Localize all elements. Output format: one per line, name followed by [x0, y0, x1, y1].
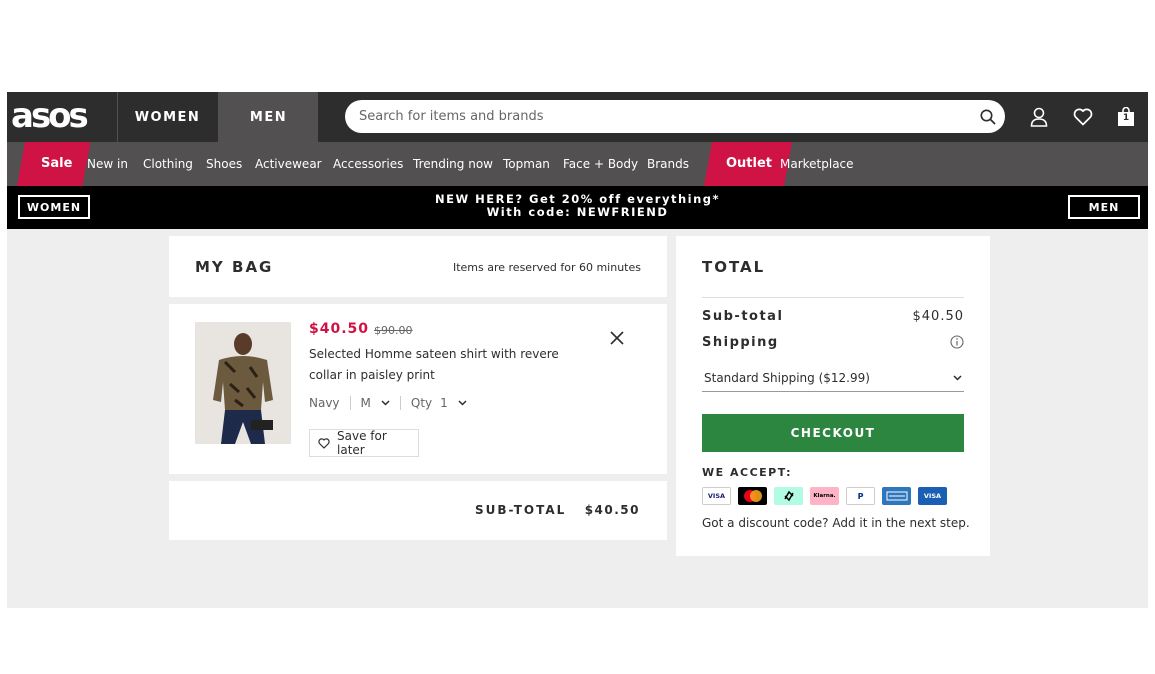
- heart-icon: [318, 437, 330, 449]
- total-subtotal-label: Sub-total: [702, 309, 784, 324]
- colour-value: Navy: [309, 396, 340, 410]
- qty-label: Qty: [410, 396, 433, 410]
- shipping-option: Standard Shipping ($12.99): [704, 370, 870, 385]
- bag-item: $40.50 $90.00 Selected Homme sateen shir…: [169, 304, 667, 474]
- visa-electron-icon: VISA: [918, 487, 947, 505]
- size-select[interactable]: M: [361, 396, 390, 410]
- promo-text[interactable]: NEW HERE? Get 20% off everything* With c…: [7, 193, 1148, 219]
- nav-brands[interactable]: Brands: [647, 142, 689, 186]
- tab-men[interactable]: MEN: [218, 92, 318, 142]
- total-subtotal-value: $40.50: [912, 309, 964, 324]
- nav-accessories[interactable]: Accessories: [333, 142, 403, 186]
- nav-topman[interactable]: Topman: [503, 142, 550, 186]
- search-bar: [345, 100, 1005, 133]
- nav-activewear[interactable]: Activewear: [255, 142, 322, 186]
- bag-header-panel: MY BAG Items are reserved for 60 minutes: [169, 236, 667, 297]
- checkout-button[interactable]: CHECKOUT: [702, 414, 964, 452]
- divider: [702, 297, 964, 298]
- nav-trending-now[interactable]: Trending now: [413, 142, 493, 186]
- divider: [399, 396, 401, 410]
- mastercard-icon: [738, 487, 767, 505]
- size-value: M: [360, 396, 371, 410]
- subtotal-value: $40.50: [584, 503, 640, 517]
- amex-icon: [882, 487, 911, 505]
- nav-sale[interactable]: Sale: [17, 142, 90, 186]
- product-description[interactable]: Selected Homme sateen shirt with revere …: [309, 344, 589, 386]
- qty-value: 1: [440, 396, 448, 410]
- nav-marketplace[interactable]: Marketplace: [780, 142, 854, 186]
- discount-note: Got a discount code? Add it in the next …: [702, 516, 970, 530]
- payment-methods: VISA Klarna. P VISA: [702, 487, 947, 505]
- price-was: $90.00: [374, 324, 413, 337]
- bag-count: 1: [1122, 113, 1130, 123]
- bag-subtotal-panel: SUB-TOTAL $40.50: [169, 481, 667, 540]
- account-icon[interactable]: [1027, 105, 1051, 129]
- tab-women[interactable]: WOMEN: [117, 92, 217, 142]
- product-image[interactable]: [195, 322, 291, 444]
- shipping-select[interactable]: Standard Shipping ($12.99): [702, 364, 964, 392]
- asos-logo[interactable]: asos: [11, 96, 107, 136]
- info-icon[interactable]: [950, 335, 964, 349]
- category-nav: Sale New in Clothing Shoes Activewear Ac…: [7, 142, 1148, 186]
- qty-select[interactable]: Qty 1: [411, 396, 467, 410]
- promo-line-2: With code: NEWFRIEND: [486, 205, 669, 219]
- nav-new-in[interactable]: New in: [87, 142, 128, 186]
- total-panel: TOTAL Sub-total $40.50 Shipping Standard…: [676, 236, 990, 556]
- item-options: Navy M Qty 1: [309, 395, 467, 411]
- subtotal-label: SUB-TOTAL: [475, 503, 567, 517]
- price-now: $40.50: [309, 321, 370, 337]
- total-title: TOTAL: [702, 258, 766, 276]
- chevron-down-icon: [381, 400, 390, 406]
- nav-shoes[interactable]: Shoes: [206, 142, 242, 186]
- remove-item-icon[interactable]: [607, 328, 627, 348]
- klarna-icon: Klarna.: [810, 487, 839, 505]
- promo-banner: WOMEN NEW HERE? Get 20% off everything* …: [7, 186, 1148, 229]
- chevron-down-icon: [458, 400, 467, 406]
- search-icon[interactable]: [971, 100, 1005, 133]
- search-input[interactable]: [345, 100, 971, 133]
- paypal-icon: P: [846, 487, 875, 505]
- promo-men-button[interactable]: MEN: [1068, 195, 1140, 219]
- nav-face-body[interactable]: Face + Body: [563, 142, 638, 186]
- save-for-later-label: Save for later: [337, 429, 387, 457]
- visa-icon: VISA: [702, 487, 731, 505]
- shipping-label: Shipping: [702, 335, 779, 350]
- nav-clothing[interactable]: Clothing: [143, 142, 193, 186]
- top-header: asos WOMEN MEN 1: [7, 92, 1148, 142]
- bag-icon[interactable]: 1: [1114, 105, 1138, 129]
- bag-title: MY BAG: [195, 258, 274, 276]
- asos-page: asos WOMEN MEN 1 Sale New in Clothing Sh…: [7, 92, 1148, 608]
- nav-outlet[interactable]: Outlet: [704, 142, 792, 186]
- chevron-down-icon: [953, 374, 962, 381]
- reserved-note: Items are reserved for 60 minutes: [452, 261, 641, 274]
- afterpay-icon: [774, 487, 803, 505]
- save-for-later-button[interactable]: Save for later: [309, 429, 419, 457]
- divider: [349, 396, 351, 410]
- heart-icon[interactable]: [1071, 105, 1095, 129]
- we-accept-label: WE ACCEPT:: [702, 466, 793, 479]
